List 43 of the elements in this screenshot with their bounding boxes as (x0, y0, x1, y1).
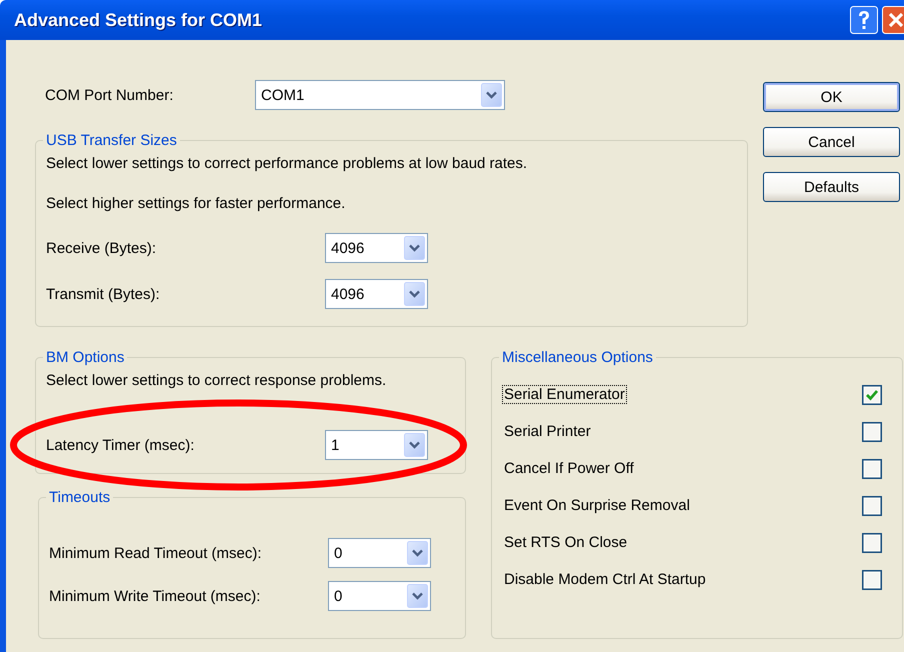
chevron-down-icon (404, 282, 425, 306)
description-text: Select higher settings for faster performance. (46, 194, 346, 214)
group-title: Timeouts (48, 489, 112, 506)
dropdown[interactable]: 4096 (325, 233, 428, 263)
window-title: Advanced Settings for COM1 (14, 10, 264, 30)
chevron-down-icon (404, 236, 425, 260)
group-title: Miscellaneous Options (501, 349, 654, 366)
field-label: Minimum Read Timeout (msec): (49, 544, 263, 562)
close-icon[interactable] (882, 6, 904, 34)
checkbox[interactable] (862, 532, 882, 552)
description-text: Select lower settings to correct performance problems at low baud rates. (46, 154, 528, 174)
description-text: Select lower settings to correct response problems. (46, 371, 388, 391)
group-title: USB Transfer Sizes (45, 132, 178, 149)
checkbox-label: Set RTS On Close (503, 533, 628, 552)
checkbox[interactable] (862, 496, 882, 516)
dialog-button[interactable]: Defaults (763, 172, 900, 202)
checkbox[interactable] (862, 384, 882, 404)
checkbox[interactable] (862, 422, 882, 442)
dropdown[interactable]: 1 (325, 430, 428, 460)
dialog-button[interactable]: Cancel (763, 127, 900, 157)
checkbox-label: Serial Printer (503, 422, 592, 441)
field-label: Latency Timer (msec): (46, 436, 196, 454)
checkbox-label: Serial Enumerator (502, 385, 627, 404)
dropdown[interactable]: COM1 (255, 80, 505, 110)
field-label: Receive (Bytes): (46, 240, 158, 256)
chevron-down-icon (407, 541, 428, 565)
field-label: Minimum Write Timeout (msec): (49, 588, 262, 604)
checkbox-label: Event On Surprise Removal (503, 496, 691, 515)
checkbox[interactable] (862, 570, 882, 590)
checkbox-label: Cancel If Power Off (503, 459, 635, 478)
group-title: BM Options (45, 349, 126, 366)
dropdown[interactable]: 0 (328, 538, 431, 568)
checkbox[interactable] (862, 458, 882, 478)
chevron-down-icon (407, 584, 428, 608)
help-icon[interactable] (850, 6, 878, 34)
field-label: Transmit (Bytes): (46, 286, 161, 302)
checkbox-label: Disable Modem Ctrl At Startup (503, 570, 707, 589)
dialog-button[interactable]: OK (763, 82, 900, 112)
chevron-down-icon (481, 83, 502, 107)
dropdown[interactable]: 0 (328, 581, 431, 611)
dropdown[interactable]: 4096 (325, 279, 428, 309)
chevron-down-icon (404, 433, 425, 457)
field-label: COM Port Number: (44, 86, 174, 104)
